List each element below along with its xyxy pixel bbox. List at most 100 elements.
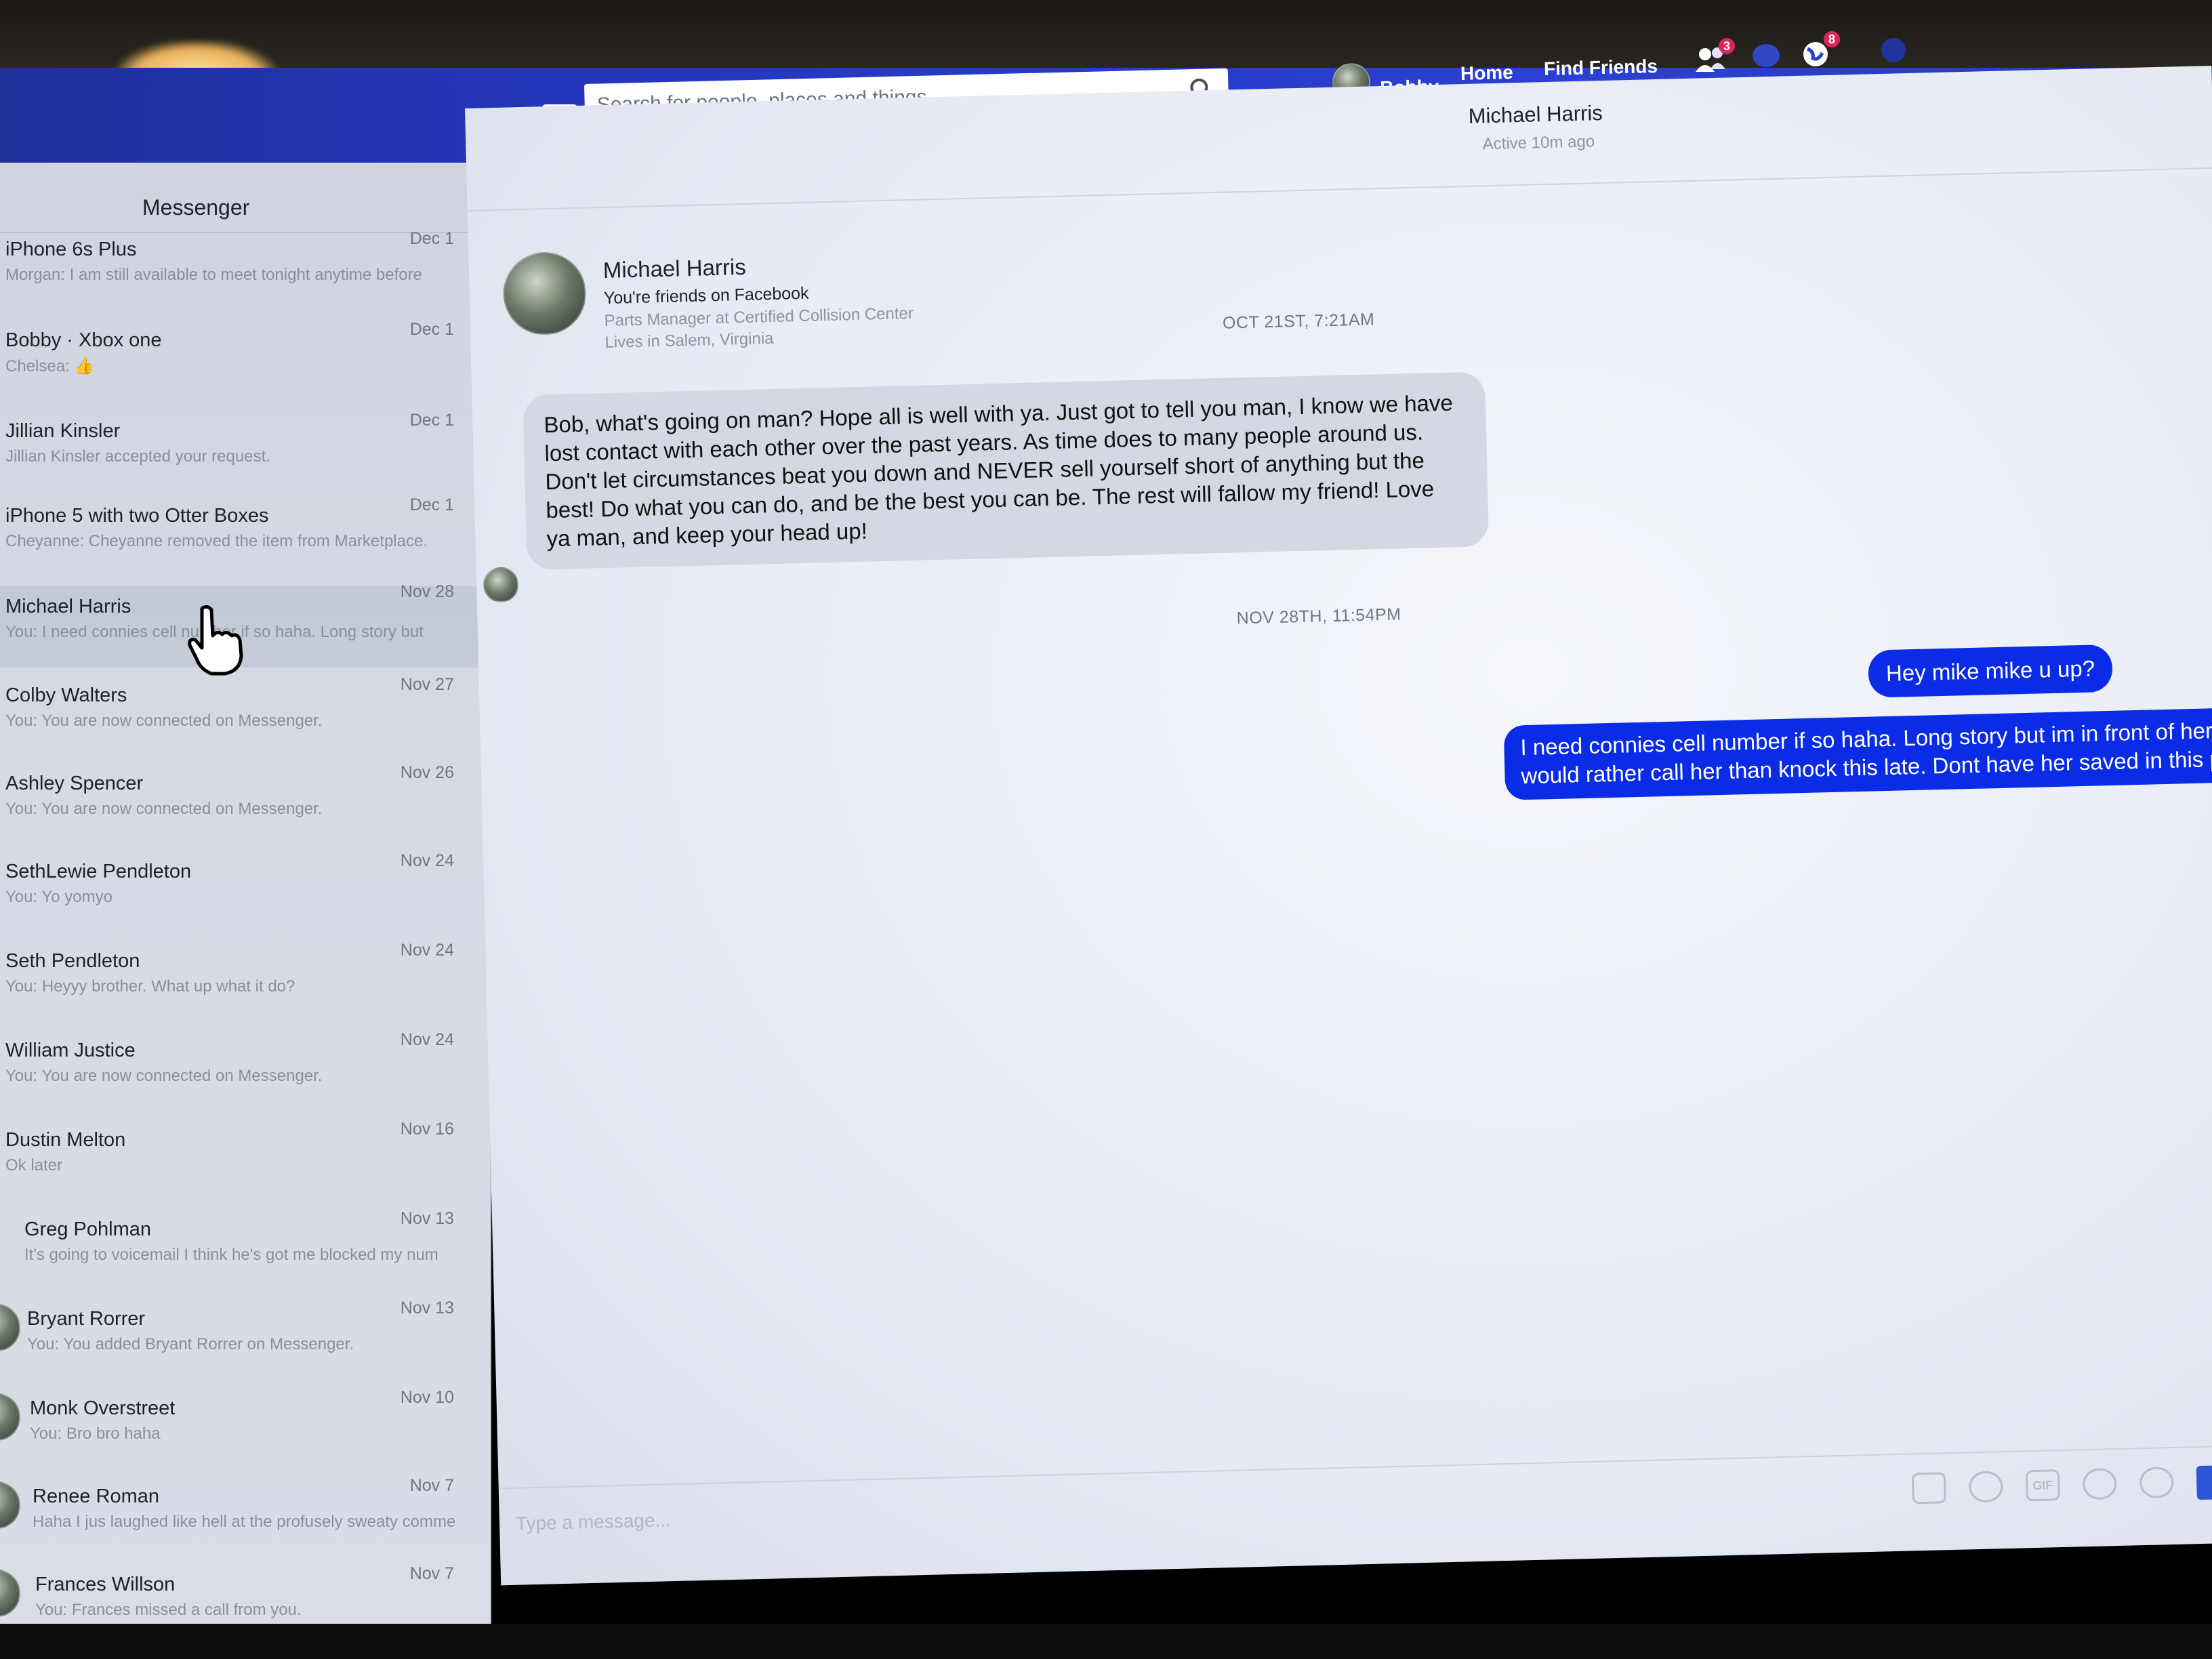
conversation-snippet-text: Chelsea: — [5, 357, 70, 375]
conversation-item[interactable]: iPhone 5 with two Otter Boxes Cheyanne: … — [0, 495, 495, 594]
conversation-date: Nov 27 — [400, 675, 454, 694]
messages-icon[interactable] — [1748, 41, 1784, 72]
friend-requests-icon[interactable]: 3 — [1694, 38, 1735, 76]
help-icon[interactable] — [1877, 35, 1912, 66]
conversation-date: Nov 28 — [400, 582, 454, 601]
avatar — [0, 1570, 20, 1617]
monitor-bezel-bottom — [0, 1624, 2212, 1659]
conversation-name: Bobby · Xbox one — [5, 329, 162, 351]
conversation-header-name[interactable]: Michael Harris — [1468, 101, 1603, 129]
conversation-snippet: You: You added Bryant Rorrer on Messenge… — [27, 1335, 354, 1353]
composer-toolbar: GIF — [1911, 1465, 2212, 1507]
conversation-snippet: You: You are now connected on Messenger. — [5, 712, 323, 730]
gif-icon[interactable]: GIF — [2025, 1469, 2060, 1502]
conversation-item[interactable]: iPhone 6s Plus Morgan: I am still availa… — [0, 229, 495, 328]
photo-icon[interactable] — [1911, 1472, 1946, 1504]
conversation-item[interactable]: Renee Roman Haha I jus laughed like hell… — [0, 1476, 495, 1575]
conversation-snippet: It's going to voicemail I think he's got… — [24, 1246, 438, 1264]
like-icon: 👍 — [74, 357, 95, 375]
sticker-icon[interactable] — [1968, 1471, 2003, 1503]
conversation-name: Monk Overstreet — [30, 1397, 176, 1419]
sender-avatar — [483, 567, 519, 603]
nav-home-link[interactable]: Home — [1460, 62, 1514, 85]
conversation-item[interactable]: Ashley Spencer You: You are now connecte… — [0, 763, 495, 862]
conversation-date: Dec 1 — [409, 411, 454, 430]
conversation-name: Frances Willson — [35, 1574, 176, 1595]
outgoing-message-bubble: Hey mike mike u up? — [1868, 644, 2113, 698]
sidebar-title: Messenger — [142, 195, 250, 220]
conversation-item[interactable]: Greg Pohlman It's going to voicemail I t… — [0, 1209, 495, 1308]
nav-find-friends-link[interactable]: Find Friends — [1544, 56, 1658, 80]
notifications-badge: 8 — [1824, 31, 1840, 47]
conversation-name: Seth Pendleton — [5, 950, 140, 972]
conversation-date: Nov 13 — [400, 1209, 454, 1228]
conversation-date: Nov 7 — [409, 1564, 454, 1583]
conversation-name: Michael Harris — [5, 596, 131, 617]
conversation-name: Ashley Spencer — [5, 773, 144, 794]
emoji-icon[interactable] — [2082, 1468, 2117, 1500]
contact-work: Parts Manager at Certified Collision Cen… — [604, 304, 914, 331]
contact-name[interactable]: Michael Harris — [602, 254, 746, 283]
active-status: Active 10m ago — [1482, 132, 1595, 154]
notifications-globe-icon[interactable]: 8 — [1799, 31, 1840, 69]
conversation-name: Renee Roman — [33, 1486, 159, 1507]
conversation-date: Nov 7 — [409, 1476, 454, 1495]
conversation-item[interactable]: Dustin Melton Ok later Nov 16 — [0, 1120, 495, 1218]
payment-icon[interactable] — [2139, 1467, 2174, 1499]
messenger-sidebar: Messenger iPhone 6s Plus Morgan: I am st… — [0, 163, 495, 1659]
conversation-snippet: Chelsea: 👍 — [5, 356, 480, 376]
avatar — [0, 1393, 20, 1441]
conversation-date: Nov 24 — [400, 851, 454, 870]
contact-avatar[interactable] — [502, 251, 588, 336]
conversation-snippet: Haha I jus laughed like hell at the prof… — [33, 1513, 456, 1531]
conversation-date: Nov 26 — [400, 763, 454, 782]
conversation-name: iPhone 6s Plus — [5, 239, 137, 260]
message-input[interactable] — [515, 1473, 1736, 1544]
conversation-snippet: Ok later — [5, 1156, 63, 1174]
conversation-snippet: Jillian Kinsler accepted your request. — [5, 447, 270, 466]
conversation-item[interactable]: SethLewie Pendleton You: Yo yomyo Nov 24 — [0, 851, 495, 950]
conversation-date: Dec 1 — [409, 229, 454, 248]
avatar — [0, 1304, 20, 1351]
conversation-snippet: Morgan: I am still available to meet ton… — [5, 266, 422, 284]
divider — [467, 167, 2212, 211]
outgoing-message-bubble: I need connies cell number if so haha. L… — [1503, 700, 2212, 800]
conversation-date: Nov 13 — [400, 1298, 454, 1317]
conversation-snippet: Cheyanne: Cheyanne removed the item from… — [5, 532, 428, 550]
conversation-date: Nov 10 — [400, 1388, 454, 1407]
conversation-item[interactable]: William Justice You: You are now connect… — [0, 1030, 495, 1129]
friend-requests-badge: 3 — [1719, 38, 1735, 54]
conversation-snippet: You: Frances missed a call from you. — [35, 1601, 302, 1619]
conversation-name: Greg Pohlman — [24, 1218, 151, 1240]
conversation-name: Jillian Kinsler — [5, 420, 121, 442]
conversation-snippet: You: You are now connected on Messenger. — [5, 800, 323, 818]
conversation-date: Nov 24 — [400, 1030, 454, 1049]
conversation-date: Dec 1 — [409, 320, 454, 339]
conversation-name: Bryant Rorrer — [27, 1308, 146, 1330]
incoming-message-bubble: Bob, what's going on man? Hope all is we… — [523, 371, 1490, 570]
conversation-date: Dec 1 — [409, 495, 454, 514]
conversation-name: Colby Walters — [5, 684, 127, 706]
conversation-snippet: You: Heyyy brother. What up what it do? — [5, 977, 295, 996]
hand-cursor-icon — [188, 605, 243, 676]
conversation-item[interactable]: Colby Walters You: You are now connected… — [0, 675, 495, 774]
contact-location: Lives in Salem, Virginia — [605, 329, 774, 352]
message-timestamp: OCT 21ST, 7:21AM — [1222, 310, 1375, 333]
conversation-name: SethLewie Pendleton — [5, 861, 192, 882]
conversation-item[interactable]: Seth Pendleton You: Heyyy brother. What … — [0, 941, 495, 1040]
conversation-date: Nov 24 — [400, 941, 454, 960]
screen: f Bobby Home Find Friends 3 8 Messenger … — [0, 0, 2212, 1659]
conversation-snippet: You: Yo yomyo — [5, 888, 112, 906]
message-timestamp: NOV 28TH, 11:54PM — [1236, 605, 1401, 628]
like-icon[interactable] — [2196, 1465, 2212, 1500]
conversation-name: iPhone 5 with two Otter Boxes — [5, 505, 269, 527]
conversation-item[interactable]: Monk Overstreet You: Bro bro haha Nov 10 — [0, 1388, 495, 1487]
conversation-panel: Michael Harris Active 10m ago Michael Ha… — [465, 66, 2212, 1586]
avatar — [0, 1481, 20, 1529]
conversation-item[interactable]: Bryant Rorrer You: You added Bryant Rorr… — [0, 1298, 495, 1397]
friendship-status: You're friends on Facebook — [603, 283, 809, 308]
conversation-item[interactable]: Bobby · Xbox one Chelsea: 👍 Dec 1 — [0, 320, 495, 419]
conversation-name: William Justice — [5, 1040, 136, 1061]
conversation-snippet: You: Bro bro haha — [30, 1425, 161, 1443]
conversation-date: Nov 16 — [400, 1120, 454, 1139]
